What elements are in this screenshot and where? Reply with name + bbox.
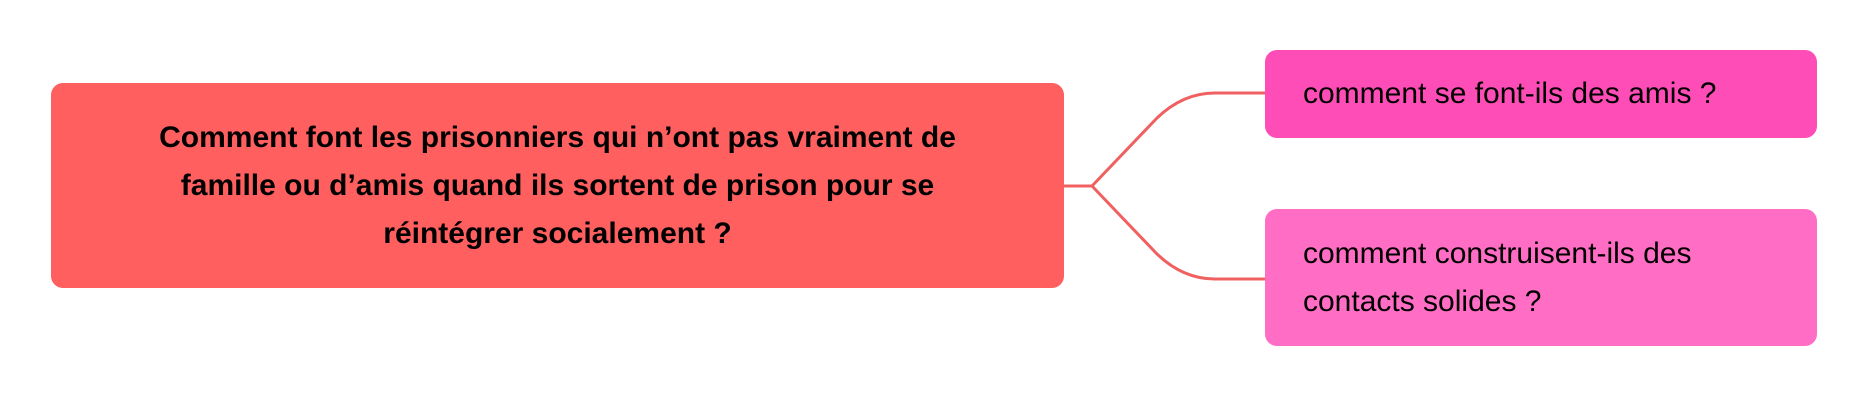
- connector-child-1: [1090, 91, 1265, 188]
- subtopic-node-contacts[interactable]: comment construisent-ils des contacts so…: [1265, 209, 1817, 346]
- subtopic-label-friends: comment se font-ils des amis ?: [1303, 77, 1717, 110]
- subtopic-label-contacts: comment construisent-ils des contacts so…: [1303, 236, 1692, 318]
- root-topic-node[interactable]: Comment font les prisonniers qui n’ont p…: [51, 83, 1064, 288]
- mindmap-canvas: Comment font les prisonniers qui n’ont p…: [0, 0, 1862, 401]
- root-topic-label: Comment font les prisonniers qui n’ont p…: [159, 120, 956, 250]
- subtopic-node-friends[interactable]: comment se font-ils des amis ?: [1265, 50, 1817, 138]
- connector-child-2: [1090, 184, 1265, 281]
